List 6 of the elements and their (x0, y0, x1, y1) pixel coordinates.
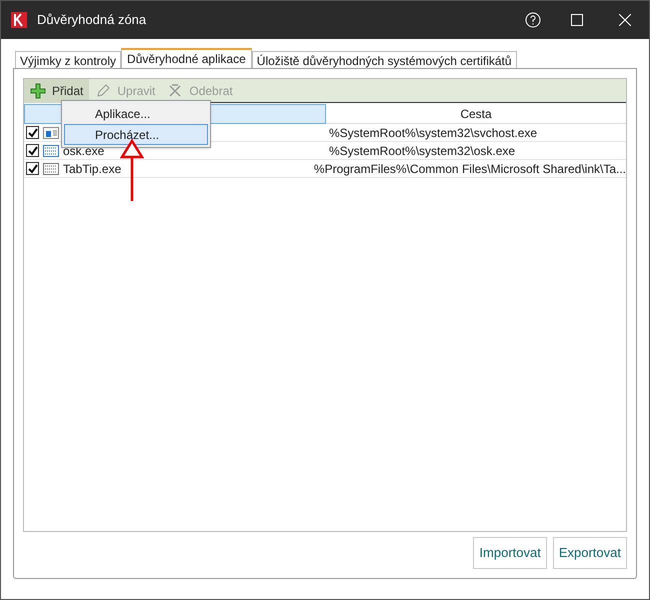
table-cell-text: %SystemRoot%\system32\svchost.exe (328, 124, 538, 142)
table-cell-text: TabTip.exe (63, 160, 122, 178)
table-cell-text: %SystemRoot%\system32\osk.exe (328, 142, 516, 160)
window-title: Důvěryhodná zóna (37, 11, 146, 30)
table-cell-text: osk.exe (63, 142, 104, 160)
table-cell-text: %ProgramFiles%\Common Files\Microsoft Shared\ink\Ta... (312, 160, 626, 178)
